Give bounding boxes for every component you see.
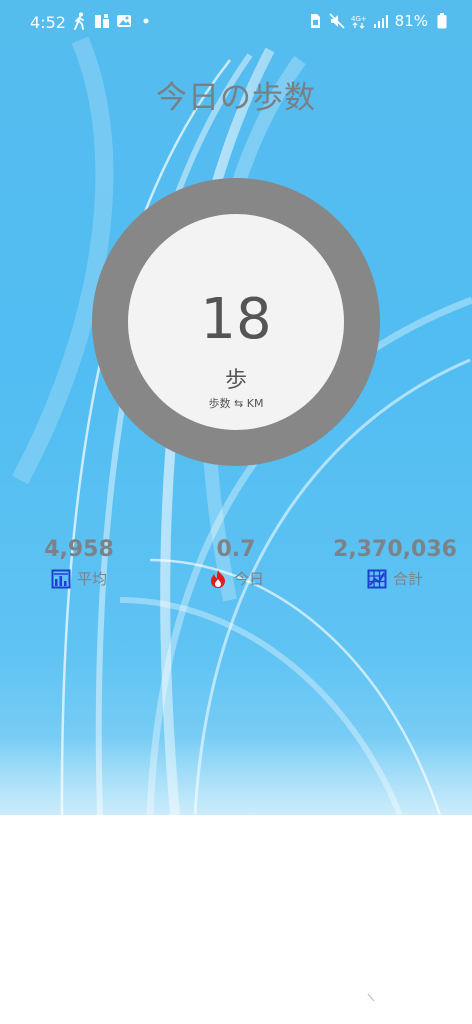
step-count: 18 (200, 287, 272, 352)
stat-total-label: 合計 (392, 570, 423, 588)
step-unit: 歩 (224, 368, 247, 393)
back-gesture-hint (367, 993, 375, 1002)
stat-total-value: 2,370,036 (333, 537, 457, 562)
sim-lock-icon (307, 12, 323, 30)
fire-icon (208, 569, 228, 589)
stat-total: 2,370,036 合計 (330, 536, 460, 589)
status-system-icons: 4G+ 81% (307, 12, 450, 30)
total-chart-icon (367, 569, 387, 589)
stat-average: 4,958 平均 (18, 536, 140, 589)
step-progress-center: 18 歩 歩数 ⇆ KM (128, 214, 344, 430)
stat-average-label: 平均 (76, 570, 107, 588)
signal-icon (373, 12, 389, 30)
page-title: 今日の歩数 (156, 80, 316, 116)
battery-icon (434, 12, 450, 30)
step-counter-screen: 4:52 4G+ 81% 今日の歩数 18 歩 歩数 ⇆ KM 4,958 平均… (0, 0, 472, 1024)
status-bar: 4:52 4G+ 81% (0, 0, 472, 46)
status-time: 4:52 (30, 13, 66, 32)
cleaner-app-icon (94, 12, 110, 30)
average-chart-icon (51, 569, 71, 589)
status-notification-icons (72, 12, 154, 30)
gallery-icon (116, 12, 132, 30)
notification-dot-icon (138, 12, 154, 30)
walking-icon (72, 12, 88, 30)
battery-percentage: 81% (394, 12, 428, 30)
steps-km-toggle[interactable]: 歩数 ⇆ KM (128, 395, 344, 411)
stats-row: 4,958 平均 0.7 今日 2,370,036 合計 (0, 536, 472, 596)
stat-average-value: 4,958 (44, 537, 114, 562)
mute-icon (329, 12, 345, 30)
stat-today-label: 今日 (233, 570, 264, 588)
lte-icon: 4G+ (351, 12, 367, 30)
stat-today: 0.7 今日 (176, 536, 296, 589)
svg-text:4G+: 4G+ (351, 15, 367, 23)
step-progress-ring[interactable]: 18 歩 歩数 ⇆ KM (92, 178, 380, 466)
stat-today-value: 0.7 (216, 537, 256, 562)
